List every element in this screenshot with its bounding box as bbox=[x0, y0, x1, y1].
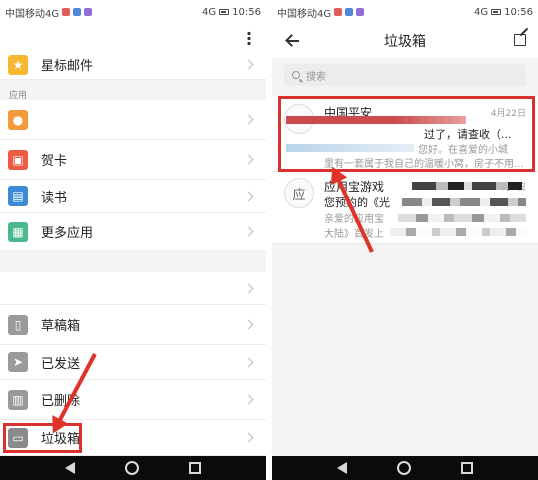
search-input[interactable]: 搜索 bbox=[284, 64, 526, 86]
menu-item-sent[interactable]: ➤ 已发送 bbox=[0, 345, 266, 380]
contact-icon: ● bbox=[8, 110, 28, 130]
menu-item-folder-blank[interactable] bbox=[0, 272, 266, 305]
system-nav-bar bbox=[0, 456, 266, 480]
clock-text: 10:56 bbox=[232, 6, 261, 18]
menu-item-app-greeting-card[interactable]: ▣ 贺卡 bbox=[0, 140, 266, 180]
mail-list-item[interactable]: 应 应用宝游戏 4月1日 您预约的《光 亲爱的应用宝 大陆》首发上 bbox=[272, 172, 538, 244]
carrier-text: 中国移动4G bbox=[277, 8, 332, 20]
card-icon: ▣ bbox=[8, 150, 28, 170]
phone-screen-left: 中国移动4G 4G 10:56 ★ 星标邮件 应用 ● ▣ 贺卡 ▤ 读书 ▦ bbox=[0, 0, 266, 480]
more-vertical-icon[interactable] bbox=[247, 31, 251, 45]
grid-icon: ▦ bbox=[8, 222, 28, 242]
network-text: 4G bbox=[474, 6, 489, 18]
book-icon: ▤ bbox=[8, 186, 28, 206]
top-toolbar bbox=[0, 24, 266, 50]
chevron-right-icon bbox=[243, 114, 254, 125]
carrier-text: 中国移动4G bbox=[5, 8, 60, 20]
nav-back-icon[interactable] bbox=[65, 462, 75, 474]
battery-icon bbox=[491, 9, 502, 15]
redaction-bar bbox=[398, 214, 526, 222]
page-title: 垃圾箱 bbox=[384, 34, 426, 50]
chevron-right-icon bbox=[243, 432, 254, 443]
notification-icon bbox=[84, 8, 93, 16]
chevron-right-icon bbox=[243, 191, 254, 201]
mail-preview: 大陆》首发上 bbox=[324, 229, 384, 240]
menu-item-label: 读书 bbox=[41, 190, 68, 206]
redaction-bar bbox=[402, 198, 526, 206]
menu-item-app-reading[interactable]: ▤ 读书 bbox=[0, 180, 266, 213]
chevron-right-icon bbox=[243, 319, 254, 330]
chevron-right-icon bbox=[243, 226, 254, 237]
send-icon: ➤ bbox=[8, 352, 28, 372]
nav-back-icon[interactable] bbox=[337, 462, 347, 474]
menu-item-starred[interactable]: ★ 星标邮件 bbox=[0, 50, 266, 80]
menu-item-label: 已发送 bbox=[41, 356, 81, 372]
phone-screen-right: 中国移动4G 4G 10:56 垃圾箱 搜索 中国平安 4月22日 过了，请查收… bbox=[272, 0, 538, 480]
highlight-box bbox=[3, 423, 82, 453]
notification-icon bbox=[356, 8, 365, 16]
system-nav-bar bbox=[272, 456, 538, 480]
status-bar: 中国移动4G 4G 10:56 bbox=[272, 0, 538, 24]
chevron-right-icon bbox=[243, 283, 254, 293]
nav-home-icon[interactable] bbox=[397, 461, 411, 475]
mail-subject: 您预约的《光 bbox=[324, 196, 390, 209]
menu-item-drafts[interactable]: ▯ 草稿箱 bbox=[0, 305, 266, 345]
redaction-bar bbox=[390, 228, 526, 236]
battery-icon bbox=[219, 9, 230, 15]
title-bar: 垃圾箱 bbox=[272, 24, 538, 58]
star-icon: ★ bbox=[8, 55, 28, 75]
compose-icon[interactable] bbox=[514, 34, 526, 46]
chevron-right-icon bbox=[243, 357, 254, 367]
highlight-box bbox=[278, 96, 535, 172]
nav-recent-icon[interactable] bbox=[461, 462, 473, 474]
notification-icon bbox=[73, 8, 82, 16]
search-icon bbox=[292, 71, 300, 79]
nav-home-icon[interactable] bbox=[125, 461, 139, 475]
menu-item-app-contact[interactable]: ● bbox=[0, 100, 266, 140]
chevron-right-icon bbox=[243, 394, 254, 405]
trash-icon: ▥ bbox=[8, 390, 28, 410]
clock-text: 10:56 bbox=[504, 6, 533, 18]
menu-item-deleted[interactable]: ▥ 已删除 bbox=[0, 380, 266, 420]
menu-item-label: 草稿箱 bbox=[41, 319, 81, 334]
menu-item-label: 贺卡 bbox=[41, 154, 68, 169]
status-bar: 中国移动4G 4G 10:56 bbox=[0, 0, 266, 24]
menu-item-app-more[interactable]: ▦ 更多应用 bbox=[0, 213, 266, 251]
nav-recent-icon[interactable] bbox=[189, 462, 201, 474]
chevron-right-icon bbox=[243, 154, 254, 165]
redaction-bar bbox=[412, 182, 522, 190]
draft-icon: ▯ bbox=[8, 315, 28, 335]
chevron-right-icon bbox=[243, 59, 254, 70]
avatar: 应 bbox=[284, 178, 314, 208]
back-arrow-icon[interactable] bbox=[286, 34, 300, 48]
menu-item-label: 更多应用 bbox=[41, 226, 94, 241]
network-text: 4G bbox=[202, 6, 217, 18]
menu-item-label: 星标邮件 bbox=[41, 59, 94, 74]
search-placeholder: 搜索 bbox=[306, 71, 326, 83]
notification-icon bbox=[345, 8, 354, 16]
notification-icon bbox=[334, 8, 343, 16]
notification-icon bbox=[62, 8, 71, 16]
